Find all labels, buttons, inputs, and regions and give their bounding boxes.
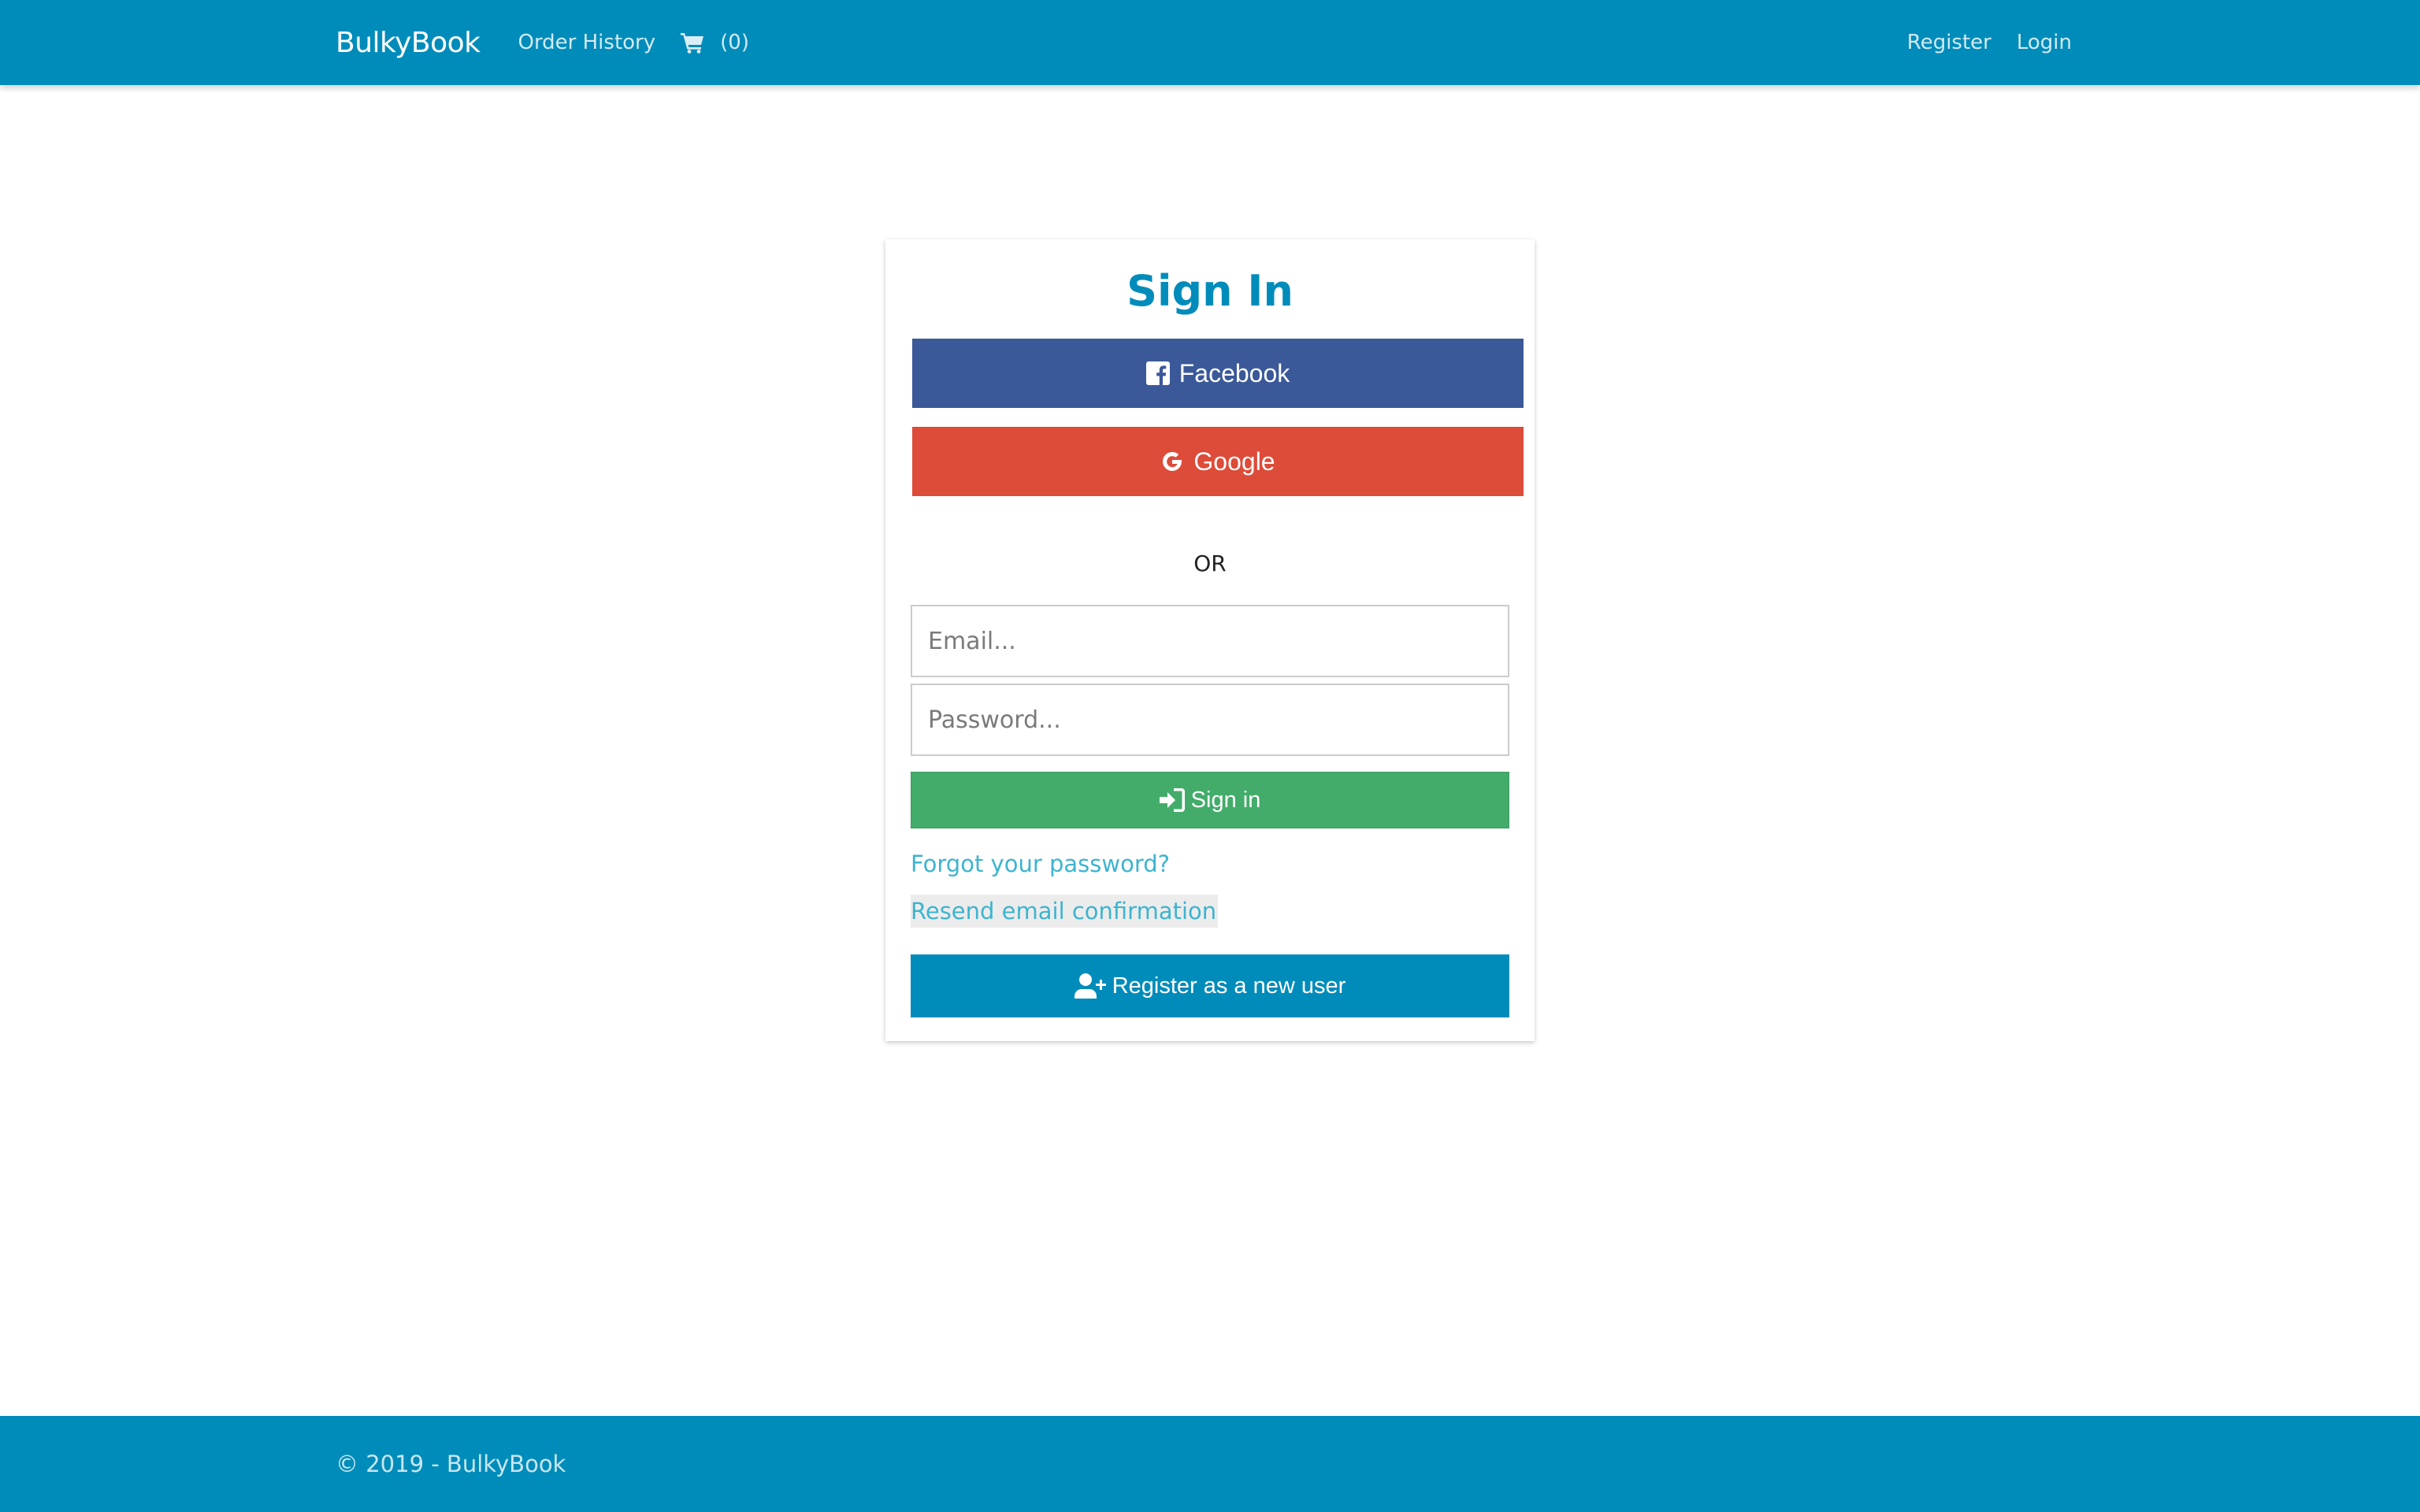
- google-icon: [1163, 451, 1182, 471]
- footer-copyright: © 2019 - BulkyBook: [336, 1451, 566, 1477]
- navbar-right-links: Register Login: [1907, 31, 2072, 54]
- signin-title: Sign In: [1126, 266, 1294, 316]
- top-navbar: BulkyBook Order History (0) Register Log…: [0, 0, 2420, 85]
- or-divider-text: OR: [1193, 550, 1227, 576]
- forgot-password-link[interactable]: Forgot your password?: [911, 847, 1170, 880]
- register-link[interactable]: Register: [1907, 31, 1991, 54]
- register-new-user-button[interactable]: Register as a new user: [911, 954, 1509, 1017]
- sign-in-icon: [1159, 788, 1185, 812]
- resend-confirmation-link[interactable]: Resend email confirmation: [911, 895, 1219, 928]
- navbar-left-links: Order History (0): [518, 31, 749, 54]
- signin-button[interactable]: Sign in: [911, 772, 1509, 828]
- facebook-square-icon: [1145, 361, 1170, 385]
- brand-link[interactable]: BulkyBook: [336, 27, 481, 59]
- register-button-label: Register as a new user: [1112, 973, 1346, 999]
- cart-count: (0): [720, 31, 749, 54]
- login-link[interactable]: Login: [2017, 31, 2072, 54]
- email-field[interactable]: [911, 605, 1509, 677]
- password-field[interactable]: [911, 684, 1509, 756]
- order-history-link[interactable]: Order History: [518, 31, 655, 54]
- facebook-button-label: Facebook: [1178, 358, 1290, 387]
- shopping-cart-icon: [681, 33, 704, 54]
- navbar-container: BulkyBook Order History (0) Register Log…: [336, 0, 2072, 85]
- google-button-label: Google: [1193, 447, 1275, 476]
- footer: © 2019 - BulkyBook: [0, 1416, 2420, 1512]
- user-plus-icon: [1074, 973, 1106, 999]
- facebook-login-button[interactable]: Facebook: [912, 339, 1524, 408]
- google-login-button[interactable]: Google: [912, 427, 1524, 496]
- signin-button-label: Sign in: [1190, 787, 1261, 813]
- cart-link[interactable]: (0): [681, 31, 749, 54]
- signin-card: Sign In Facebook Google OR Sign in Forgo…: [885, 239, 1535, 1041]
- page: BulkyBook Order History (0) Register Log…: [0, 0, 2420, 1512]
